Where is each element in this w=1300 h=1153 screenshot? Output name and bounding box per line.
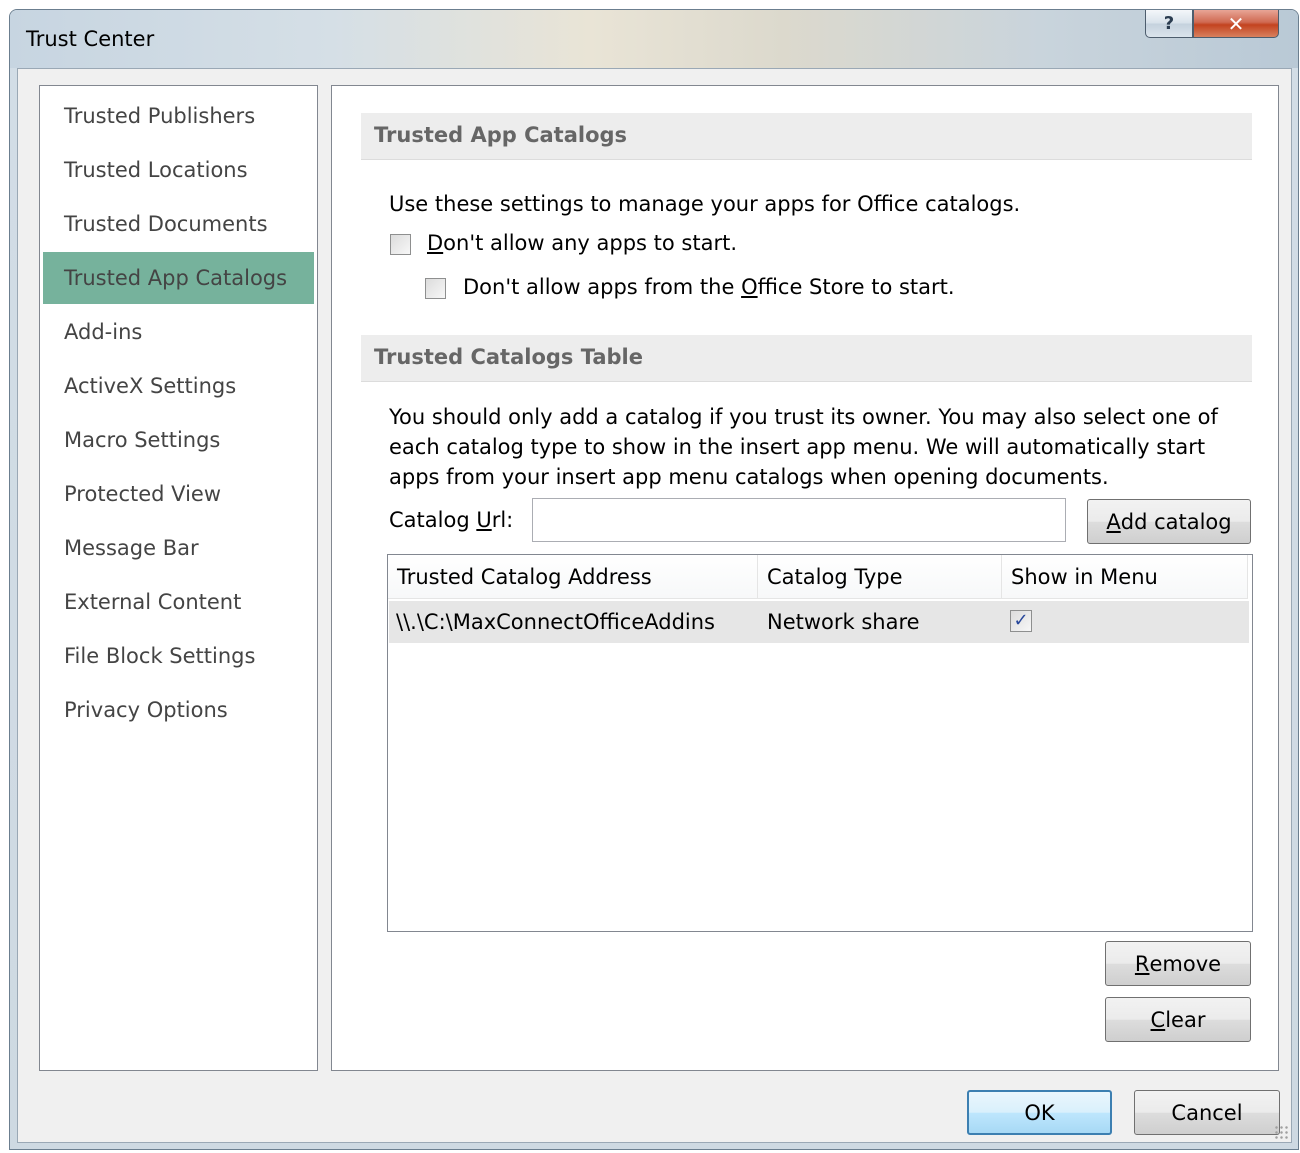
section-header-trusted-app-catalogs: Trusted App Catalogs bbox=[361, 113, 1252, 160]
nav-item-external-content[interactable]: External Content bbox=[43, 576, 314, 628]
help-button[interactable]: ? bbox=[1145, 10, 1193, 38]
nav-item-file-block-settings[interactable]: File Block Settings bbox=[43, 630, 314, 682]
catalog-address-cell: \\.\C:\MaxConnectOfficeAddins bbox=[396, 610, 715, 634]
add-catalog-button[interactable]: Add catalog bbox=[1087, 499, 1251, 544]
close-icon: ✕ bbox=[1227, 11, 1245, 36]
dont-allow-any-apps-label[interactable]: Don't allow any apps to start. bbox=[427, 231, 737, 255]
catalog-url-label: Catalog Url: bbox=[389, 508, 514, 532]
nav-item-trusted-documents[interactable]: Trusted Documents bbox=[43, 198, 314, 250]
nav-item-add-ins[interactable]: Add-ins bbox=[43, 306, 314, 358]
dont-allow-office-store-label[interactable]: Don't allow apps from the Office Store t… bbox=[463, 275, 955, 299]
trust-center-window: Trust Center ? ✕ Trusted Publishers Trus… bbox=[9, 9, 1299, 1150]
title-bar[interactable]: Trust Center ? ✕ bbox=[10, 10, 1298, 68]
nav-item-privacy-options[interactable]: Privacy Options bbox=[43, 684, 314, 736]
nav-item-activex-settings[interactable]: ActiveX Settings bbox=[43, 360, 314, 412]
table-row[interactable]: \\.\C:\MaxConnectOfficeAddins Network sh… bbox=[389, 601, 1249, 643]
ok-button[interactable]: OK bbox=[967, 1090, 1112, 1135]
nav-item-trusted-locations[interactable]: Trusted Locations bbox=[43, 144, 314, 196]
help-icon: ? bbox=[1163, 13, 1175, 34]
dont-allow-any-apps-checkbox[interactable] bbox=[390, 234, 411, 255]
trusted-catalogs-table[interactable]: Trusted Catalog Address Catalog Type Sho… bbox=[387, 554, 1253, 932]
column-header-address[interactable]: Trusted Catalog Address bbox=[388, 555, 758, 599]
nav-item-protected-view[interactable]: Protected View bbox=[43, 468, 314, 520]
dont-allow-office-store-checkbox[interactable] bbox=[425, 278, 446, 299]
close-button[interactable]: ✕ bbox=[1193, 10, 1279, 38]
nav-item-message-bar[interactable]: Message Bar bbox=[43, 522, 314, 574]
catalogs-table-description: You should only add a catalog if you tru… bbox=[389, 405, 1218, 489]
dialog-client-area: Trusted Publishers Trusted Locations Tru… bbox=[17, 68, 1292, 1143]
clear-button[interactable]: Clear bbox=[1105, 997, 1251, 1042]
nav-item-macro-settings[interactable]: Macro Settings bbox=[43, 414, 314, 466]
show-in-menu-checkbox[interactable]: ✓ bbox=[1010, 610, 1032, 632]
catalog-type-cell: Network share bbox=[767, 610, 920, 634]
column-header-type[interactable]: Catalog Type bbox=[758, 555, 1002, 599]
checkmark-icon: ✓ bbox=[1013, 610, 1029, 631]
catalogs-description: Use these settings to manage your apps f… bbox=[389, 192, 1021, 216]
window-title: Trust Center bbox=[26, 27, 155, 51]
catalog-url-input[interactable] bbox=[532, 498, 1066, 542]
nav-item-trusted-app-catalogs[interactable]: Trusted App Catalogs bbox=[43, 252, 314, 304]
remove-button[interactable]: Remove bbox=[1105, 941, 1251, 986]
category-nav: Trusted Publishers Trusted Locations Tru… bbox=[39, 85, 318, 1071]
resize-grip[interactable] bbox=[1274, 1125, 1288, 1139]
nav-item-trusted-publishers[interactable]: Trusted Publishers bbox=[43, 90, 314, 142]
settings-content-panel: Trusted App Catalogs Use these settings … bbox=[331, 85, 1279, 1071]
section-header-trusted-catalogs-table: Trusted Catalogs Table bbox=[361, 335, 1252, 382]
column-header-show-in-menu[interactable]: Show in Menu bbox=[1002, 555, 1248, 599]
cancel-button[interactable]: Cancel bbox=[1134, 1090, 1280, 1135]
